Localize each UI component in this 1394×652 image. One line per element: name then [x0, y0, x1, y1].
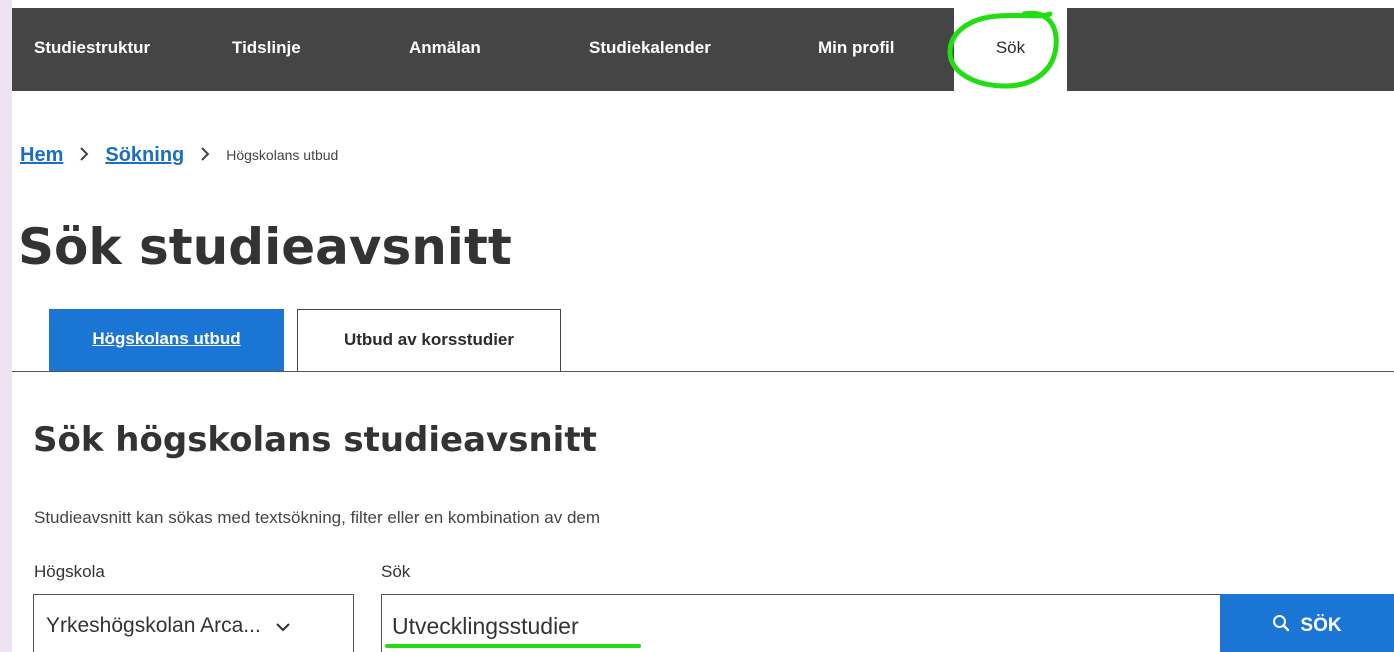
nav-item-tidslinje[interactable]: Tidslinje — [232, 8, 301, 91]
section-title: Sök högskolans studieavsnitt — [33, 420, 597, 460]
top-navigation: Studiestruktur Tidslinje Anmälan Studiek… — [12, 8, 1394, 91]
search-button-label: SÖK — [1300, 615, 1342, 636]
nav-item-sok[interactable]: Sök — [954, 8, 1067, 91]
chevron-right-icon — [200, 143, 210, 167]
tab-hogskolans-utbud[interactable]: Högskolans utbud — [49, 309, 284, 371]
tab-korsstudier[interactable]: Utbud av korsstudier — [297, 309, 561, 371]
nav-item-studiestruktur[interactable]: Studiestruktur — [34, 8, 150, 91]
nav-item-anmalan[interactable]: Anmälan — [409, 8, 481, 91]
search-icon — [1272, 614, 1290, 638]
intro-text: Studieavsnitt kan sökas med textsökning,… — [34, 508, 601, 527]
school-select-value: Yrkeshögskolan Arca... — [46, 614, 261, 637]
breadcrumb: Hem Sökning Högskolans utbud — [20, 140, 338, 170]
breadcrumb-search-link[interactable]: Sökning — [105, 144, 184, 167]
page-title: Sök studieavsnitt — [18, 218, 512, 276]
search-button[interactable]: SÖK — [1220, 594, 1394, 652]
page: Studiestruktur Tidslinje Anmälan Studiek… — [12, 0, 1394, 652]
tabs-divider — [12, 371, 1394, 372]
search-input-value: Utvecklingsstudier — [392, 612, 579, 639]
chevron-down-icon — [275, 614, 291, 638]
breadcrumb-current: Högskolans utbud — [226, 147, 339, 163]
school-select[interactable]: Yrkeshögskolan Arca... — [33, 594, 354, 652]
nav-item-min-profil[interactable]: Min profil — [818, 8, 894, 91]
search-label: Sök — [381, 562, 411, 581]
search-input[interactable]: Utvecklingsstudier — [381, 594, 1221, 652]
chevron-right-icon — [79, 143, 89, 167]
breadcrumb-home-link[interactable]: Hem — [20, 144, 63, 167]
school-label: Högskola — [34, 562, 105, 581]
nav-item-studiekalender[interactable]: Studiekalender — [589, 8, 711, 91]
